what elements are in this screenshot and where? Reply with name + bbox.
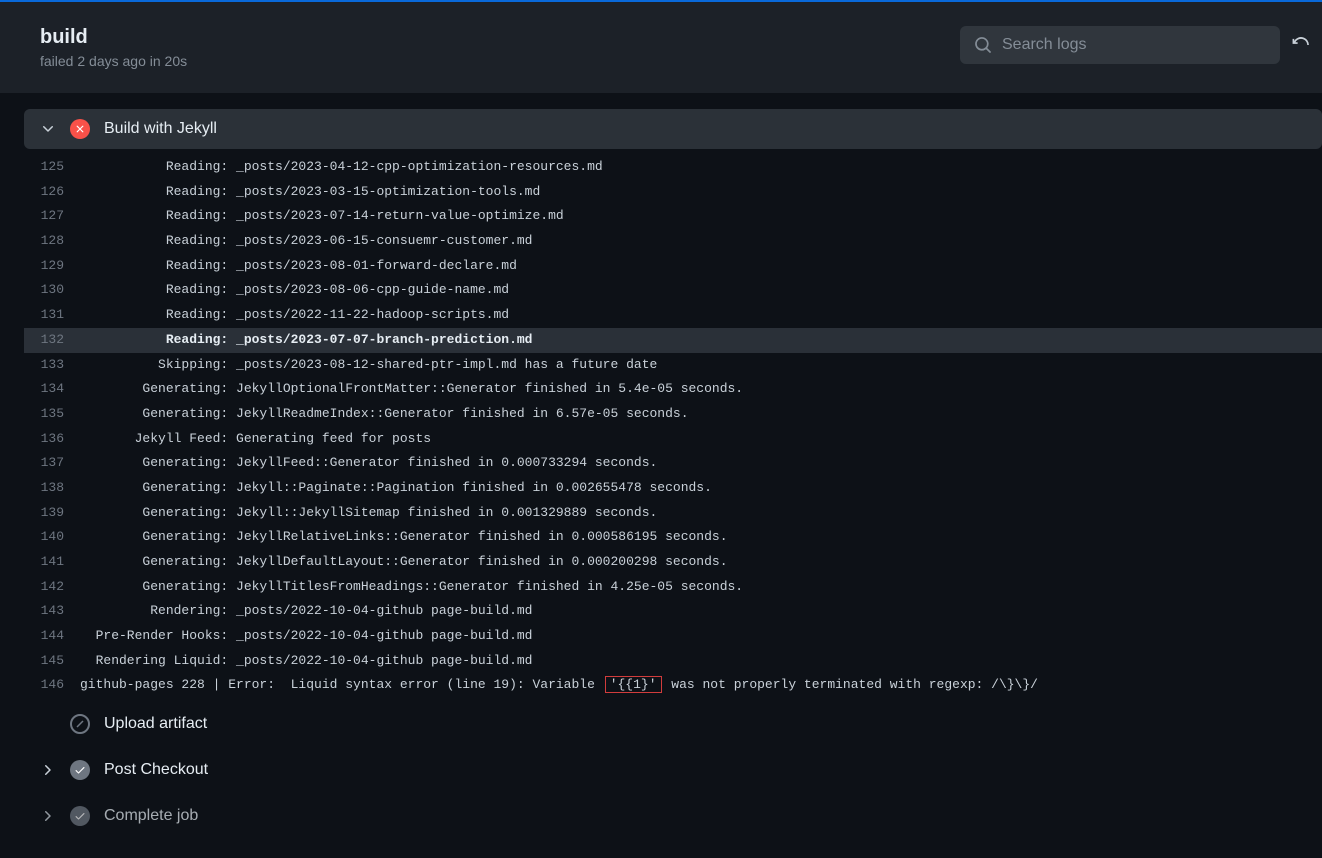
line-number: 130 [24, 278, 80, 303]
step-label: Complete job [104, 807, 198, 825]
step-label: Upload artifact [104, 715, 207, 733]
log-line[interactable]: 128 Reading: _posts/2023-06-15-consuemr-… [24, 229, 1322, 254]
line-number: 143 [24, 599, 80, 624]
log-line[interactable]: 129 Reading: _posts/2023-08-01-forward-d… [24, 254, 1322, 279]
line-number: 146 [24, 673, 80, 698]
line-number: 127 [24, 204, 80, 229]
line-number: 132 [24, 328, 80, 353]
log-line[interactable]: 145 Rendering Liquid: _posts/2022-10-04-… [24, 649, 1322, 674]
job-title-block: build failed 2 days ago in 20s [40, 26, 187, 69]
log-line[interactable]: 134 Generating: JekyllOptionalFrontMatte… [24, 377, 1322, 402]
log-line[interactable]: 125 Reading: _posts/2023-04-12-cpp-optim… [24, 155, 1322, 180]
line-text: Generating: JekyllTitlesFromHeadings::Ge… [80, 575, 743, 600]
line-text: Generating: JekyllFeed::Generator finish… [80, 451, 657, 476]
line-text: Skipping: _posts/2023-08-12-shared-ptr-i… [80, 353, 657, 378]
log-line[interactable]: 138 Generating: Jekyll::Paginate::Pagina… [24, 476, 1322, 501]
step-upload-artifact[interactable]: Upload artifact [24, 704, 1322, 744]
log-line[interactable]: 131 Reading: _posts/2022-11-22-hadoop-sc… [24, 303, 1322, 328]
error-highlight-box: '{{1}' [605, 676, 662, 693]
line-number: 125 [24, 155, 80, 180]
line-text: Reading: _posts/2023-06-15-consuemr-cust… [80, 229, 532, 254]
line-text: Reading: _posts/2023-07-14-return-value-… [80, 204, 564, 229]
search-logs-box[interactable] [960, 26, 1280, 64]
line-text: Rendering Liquid: _posts/2022-10-04-gith… [80, 649, 532, 674]
log-line[interactable]: 143 Rendering: _posts/2022-10-04-github … [24, 599, 1322, 624]
log-line[interactable]: 140 Generating: JekyllRelativeLinks::Gen… [24, 525, 1322, 550]
line-text: Generating: JekyllDefaultLayout::Generat… [80, 550, 728, 575]
log-line[interactable]: 139 Generating: Jekyll::JekyllSitemap fi… [24, 501, 1322, 526]
line-text: Generating: Jekyll::Paginate::Pagination… [80, 476, 712, 501]
line-number: 134 [24, 377, 80, 402]
step-label: Build with Jekyll [104, 120, 217, 138]
log-line[interactable]: 127 Reading: _posts/2023-07-14-return-va… [24, 204, 1322, 229]
log-line[interactable]: 142 Generating: JekyllTitlesFromHeadings… [24, 575, 1322, 600]
log-line[interactable]: 133 Skipping: _posts/2023-08-12-shared-p… [24, 353, 1322, 378]
log-line[interactable]: 135 Generating: JekyllReadmeIndex::Gener… [24, 402, 1322, 427]
step-complete-job[interactable]: Complete job [24, 796, 1322, 836]
search-icon [974, 36, 992, 54]
skip-icon [70, 714, 90, 734]
line-text: Reading: _posts/2023-08-06-cpp-guide-nam… [80, 278, 509, 303]
step-label: Post Checkout [104, 761, 208, 779]
line-number: 137 [24, 451, 80, 476]
step-post-checkout[interactable]: Post Checkout [24, 750, 1322, 790]
line-text: Generating: Jekyll::JekyllSitemap finish… [80, 501, 657, 526]
line-number: 142 [24, 575, 80, 600]
line-number: 144 [24, 624, 80, 649]
line-text: Rendering: _posts/2022-10-04-github page… [80, 599, 532, 624]
line-text: Reading: _posts/2023-07-07-branch-predic… [80, 328, 532, 353]
refresh-button[interactable] [1292, 36, 1310, 54]
step-build-with-jekyll[interactable]: Build with Jekyll [24, 109, 1322, 149]
line-text: Generating: JekyllOptionalFrontMatter::G… [80, 377, 743, 402]
line-number: 126 [24, 180, 80, 205]
line-text: Jekyll Feed: Generating feed for posts [80, 427, 431, 452]
chevron-down-icon [40, 121, 56, 137]
line-text: Generating: JekyllReadmeIndex::Generator… [80, 402, 689, 427]
log-line[interactable]: 132 Reading: _posts/2023-07-07-branch-pr… [24, 328, 1322, 353]
log-line[interactable]: 126 Reading: _posts/2023-03-15-optimizat… [24, 180, 1322, 205]
line-number: 145 [24, 649, 80, 674]
refresh-icon [1292, 36, 1310, 54]
line-text: Reading: _posts/2022-11-22-hadoop-script… [80, 303, 509, 328]
line-number: 133 [24, 353, 80, 378]
search-input[interactable] [1002, 36, 1266, 54]
line-number: 135 [24, 402, 80, 427]
job-title: build [40, 26, 187, 49]
line-text: github-pages 228 | Error: Liquid syntax … [80, 673, 1038, 698]
line-text: Reading: _posts/2023-03-15-optimization-… [80, 180, 540, 205]
error-icon [70, 119, 90, 139]
log-line[interactable]: 130 Reading: _posts/2023-08-06-cpp-guide… [24, 278, 1322, 303]
line-number: 128 [24, 229, 80, 254]
line-text: Pre-Render Hooks: _posts/2022-10-04-gith… [80, 624, 532, 649]
job-status-text: failed 2 days ago in 20s [40, 53, 187, 69]
line-number: 131 [24, 303, 80, 328]
log-content: Build with Jekyll 125 Reading: _posts/20… [0, 93, 1322, 858]
line-number: 140 [24, 525, 80, 550]
line-number: 141 [24, 550, 80, 575]
line-text: Generating: JekyllRelativeLinks::Generat… [80, 525, 728, 550]
line-number: 129 [24, 254, 80, 279]
success-icon [70, 760, 90, 780]
log-line[interactable]: 137 Generating: JekyllFeed::Generator fi… [24, 451, 1322, 476]
job-header-bar: build failed 2 days ago in 20s [0, 0, 1322, 93]
log-line-error[interactable]: 146github-pages 228 | Error: Liquid synt… [24, 673, 1322, 698]
line-number: 139 [24, 501, 80, 526]
line-text: Reading: _posts/2023-04-12-cpp-optimizat… [80, 155, 603, 180]
line-number: 136 [24, 427, 80, 452]
log-line[interactable]: 141 Generating: JekyllDefaultLayout::Gen… [24, 550, 1322, 575]
log-output: 125 Reading: _posts/2023-04-12-cpp-optim… [24, 155, 1322, 698]
chevron-right-icon [40, 808, 56, 824]
line-text: Reading: _posts/2023-08-01-forward-decla… [80, 254, 517, 279]
log-line[interactable]: 136 Jekyll Feed: Generating feed for pos… [24, 427, 1322, 452]
header-controls [960, 26, 1322, 64]
success-icon [70, 806, 90, 826]
log-line[interactable]: 144 Pre-Render Hooks: _posts/2022-10-04-… [24, 624, 1322, 649]
chevron-right-icon [40, 762, 56, 778]
line-number: 138 [24, 476, 80, 501]
